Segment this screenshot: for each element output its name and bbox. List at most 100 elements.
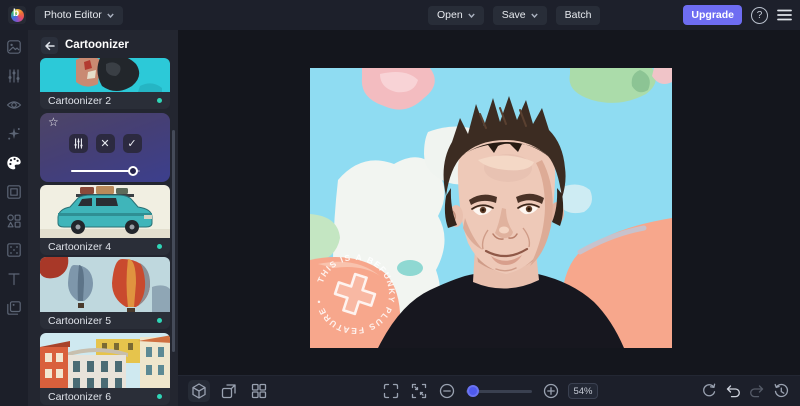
cartoonizer-5-thumbnail	[40, 257, 170, 312]
bottom-toolbar: 54%	[178, 375, 800, 406]
history-button[interactable]	[770, 380, 792, 402]
3d-view-button[interactable]	[188, 380, 210, 402]
overlay-icon	[6, 300, 22, 316]
cartoonizer-6-card[interactable]: Cartoonizer 6	[40, 333, 170, 405]
zoom-in-button[interactable]	[540, 380, 562, 402]
tool-artsy-cartoonizer[interactable]	[2, 152, 26, 174]
minus-circle-icon	[438, 382, 456, 400]
tool-overlays[interactable]	[2, 297, 26, 319]
apply-effect-button[interactable]: ✓	[123, 134, 142, 153]
card-label-row: Cartoonizer 6	[40, 388, 170, 405]
cartoonizer-selected-card[interactable]: ☆ ✕ ✓	[40, 113, 170, 182]
eye-icon	[6, 97, 22, 113]
tool-textures[interactable]	[2, 239, 26, 261]
bottombar-right-group	[698, 380, 792, 402]
upgrade-button[interactable]: Upgrade	[683, 5, 742, 25]
chevron-down-icon	[468, 13, 475, 18]
fullscreen-brackets-icon	[382, 382, 400, 400]
workspace: THIS IS A BEFUNKY PLUS FEATURE •	[178, 30, 800, 406]
resize-icon	[220, 382, 238, 400]
slider-fill	[71, 170, 133, 172]
cartoonizer-6-thumbnail	[40, 333, 170, 388]
close-icon: ✕	[100, 137, 109, 150]
batch-button[interactable]: Batch	[556, 6, 601, 25]
cartoonizer-4-card[interactable]: Cartoonizer 4	[40, 185, 170, 255]
help-button[interactable]: ?	[751, 7, 768, 24]
canvas-image[interactable]: THIS IS A BEFUNKY PLUS FEATURE •	[310, 68, 672, 348]
palette-icon	[6, 155, 22, 171]
bottombar-left-group	[188, 380, 270, 402]
save-button[interactable]: Save	[493, 6, 547, 25]
reset-photo-button[interactable]	[698, 380, 720, 402]
cartoonized-portrait: THIS IS A BEFUNKY PLUS FEATURE •	[310, 68, 672, 348]
card-label-row: Cartoonizer 5	[40, 312, 170, 329]
tool-text[interactable]	[2, 268, 26, 290]
logo-letter: b	[13, 8, 19, 19]
cartoonizer-5-card[interactable]: Cartoonizer 5	[40, 257, 170, 329]
topbar-right-group: Upgrade ?	[683, 0, 792, 30]
tool-photo[interactable]	[2, 36, 26, 58]
effect-settings-button[interactable]	[69, 134, 88, 153]
open-label: Open	[437, 9, 463, 21]
cancel-effect-button[interactable]: ✕	[96, 134, 115, 153]
texture-icon	[6, 242, 22, 258]
effect-intensity-slider[interactable]	[71, 166, 140, 176]
app-menu-label: Photo Editor	[44, 9, 102, 21]
chevron-down-icon	[531, 13, 538, 18]
premium-dot-badge	[157, 318, 162, 323]
card-label-row: Cartoonizer 4	[40, 238, 170, 255]
sparkles-icon	[6, 126, 22, 142]
cartoonizer-2-card[interactable]: Cartoonizer 2	[40, 58, 170, 109]
befunky-logo[interactable]: b	[8, 6, 26, 24]
redo-button[interactable]	[746, 380, 768, 402]
zoom-level-badge[interactable]: 54%	[568, 383, 598, 399]
card-label: Cartoonizer 4	[48, 241, 111, 253]
premium-dot-badge	[157, 98, 162, 103]
card-label: Cartoonizer 2	[48, 95, 111, 107]
card-label-row: Cartoonizer 2	[40, 92, 170, 109]
batch-label: Batch	[565, 9, 592, 21]
topbar-center-group: Open Save Batch	[428, 0, 600, 30]
zoom-out-button[interactable]	[436, 380, 458, 402]
redo-icon	[748, 382, 766, 400]
question-mark-icon: ?	[757, 10, 763, 21]
card-label: Cartoonizer 6	[48, 391, 111, 403]
tool-adjust[interactable]	[2, 65, 26, 87]
adjust-sliders-icon	[73, 138, 84, 149]
cartoonizer-panel: Cartoonizer Cartoonizer 2 ☆	[28, 30, 178, 406]
rotate-arrow-icon	[700, 382, 718, 400]
slider-handle[interactable]	[128, 166, 138, 176]
fullscreen-button[interactable]	[380, 380, 402, 402]
panel-scrollbar[interactable]	[172, 130, 175, 352]
back-arrow-icon	[45, 41, 55, 51]
upgrade-label: Upgrade	[691, 9, 734, 21]
check-icon: ✓	[127, 137, 136, 150]
resize-button[interactable]	[218, 380, 240, 402]
layout-grid-button[interactable]	[248, 380, 270, 402]
grid-icon	[250, 382, 268, 400]
fit-to-screen-button[interactable]	[408, 380, 430, 402]
shapes-icon	[6, 213, 22, 229]
undo-button[interactable]	[722, 380, 744, 402]
photo-icon	[6, 39, 22, 55]
tool-touchup[interactable]	[2, 94, 26, 116]
back-button[interactable]	[41, 37, 58, 54]
premium-dot-badge	[157, 394, 162, 399]
favorite-star-icon[interactable]: ☆	[48, 115, 59, 129]
tool-graphics[interactable]	[2, 210, 26, 232]
card-label: Cartoonizer 5	[48, 315, 111, 327]
tool-frames[interactable]	[2, 181, 26, 203]
zoom-slider-handle[interactable]	[467, 385, 479, 397]
undo-icon	[724, 382, 742, 400]
hamburger-icon	[777, 9, 792, 21]
open-button[interactable]: Open	[428, 6, 484, 25]
app-menu-button[interactable]: Photo Editor	[35, 6, 123, 25]
fit-screen-icon	[410, 382, 428, 400]
hamburger-menu-button[interactable]	[777, 9, 792, 21]
save-label: Save	[502, 9, 526, 21]
history-clock-icon	[772, 382, 790, 400]
selected-card-controls: ✕ ✓	[40, 134, 170, 153]
zoom-slider[interactable]	[466, 384, 532, 398]
plus-circle-icon	[542, 382, 560, 400]
tool-effects[interactable]	[2, 123, 26, 145]
